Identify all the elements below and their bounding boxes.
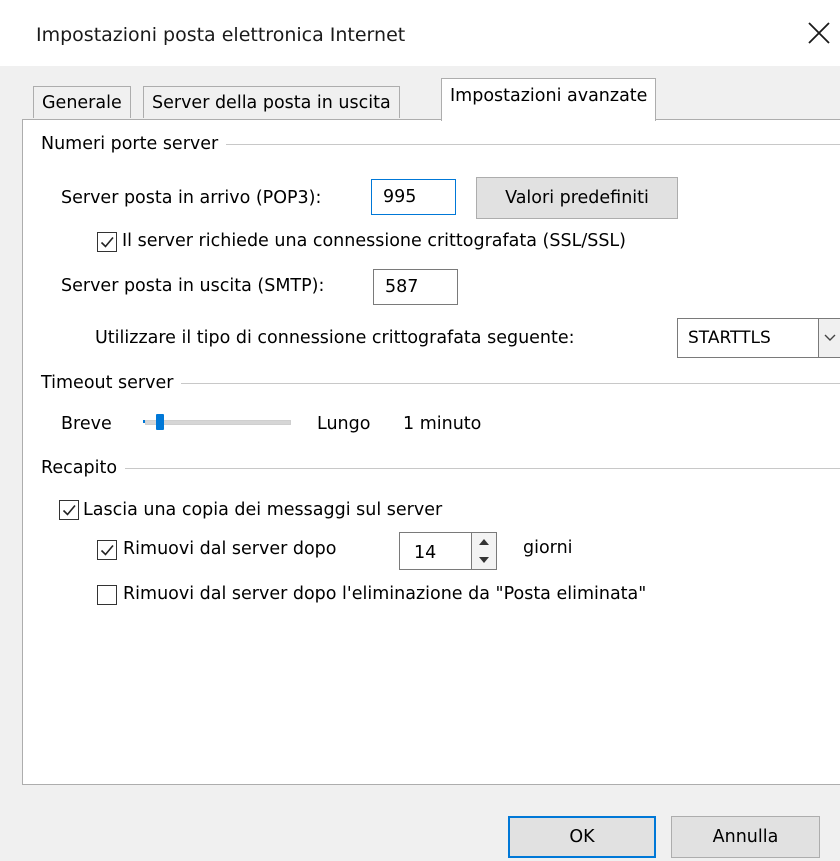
outgoing-port-input[interactable]: 587 (373, 269, 458, 305)
ssl-checkbox[interactable] (97, 232, 117, 252)
group-delivery: Recapito (41, 456, 840, 480)
encryption-type-value: STARTTLS (688, 328, 771, 348)
spinner-up-icon[interactable] (472, 533, 496, 552)
spinner-buttons (471, 533, 496, 569)
check-icon (100, 544, 114, 556)
tab-generale[interactable]: Generale (33, 86, 131, 118)
remove-deleted-label: Rimuovi dal server dopo l'eliminazione d… (123, 584, 647, 604)
tab-impostazioni-avanzate[interactable]: Impostazioni avanzate (441, 78, 657, 121)
days-unit-label: giorni (523, 538, 573, 558)
advanced-settings-panel: Numeri porte server Server posta in arri… (22, 119, 840, 785)
outgoing-server-label: Server posta in uscita (SMTP): (61, 276, 325, 296)
remove-deleted-checkbox[interactable] (97, 585, 117, 605)
ssl-checkbox-label: Il server richiede una connessione critt… (122, 231, 627, 251)
timeout-value-label: 1 minuto (403, 414, 482, 434)
slider-thumb[interactable] (155, 414, 164, 430)
default-values-button[interactable]: Valori predefiniti (476, 177, 678, 219)
days-value: 14 (414, 543, 437, 563)
remove-after-checkbox[interactable] (97, 540, 117, 560)
remove-after-label: Rimuovi dal server dopo (123, 539, 337, 559)
incoming-port-input[interactable]: 995 (371, 179, 456, 215)
timeout-slider[interactable] (141, 412, 293, 436)
chevron-down-icon[interactable] (818, 319, 840, 357)
check-icon (100, 236, 114, 248)
group-server-ports-title: Numeri porte server (41, 134, 219, 154)
window-title: Impostazioni posta elettronica Internet (36, 24, 406, 46)
timeout-short-label: Breve (61, 414, 112, 434)
tab-server-posta-uscita[interactable]: Server della posta in uscita (143, 86, 400, 118)
group-divider (125, 467, 840, 469)
ok-button[interactable]: OK (508, 816, 656, 858)
leave-copy-label: Lascia una copia dei messaggi sul server (83, 500, 443, 520)
timeout-long-label: Lungo (317, 414, 371, 434)
spinner-down-icon[interactable] (472, 551, 496, 569)
title-bar: Impostazioni posta elettronica Internet (0, 0, 840, 66)
group-delivery-title: Recapito (41, 458, 118, 478)
group-server-ports: Numeri porte server (41, 132, 840, 156)
encryption-type-label: Utilizzare il tipo di connessione critto… (95, 328, 575, 348)
slider-track (145, 420, 291, 425)
leave-copy-checkbox[interactable] (59, 500, 79, 520)
incoming-server-label: Server posta in arrivo (POP3): (61, 188, 322, 208)
days-spinner[interactable]: 14 (399, 532, 497, 570)
group-divider (226, 143, 840, 145)
check-icon (62, 504, 76, 516)
close-icon[interactable] (802, 16, 836, 50)
group-server-timeout-title: Timeout server (41, 373, 174, 393)
group-divider (181, 382, 840, 384)
encryption-type-select[interactable]: STARTTLS (677, 318, 840, 358)
cancel-button[interactable]: Annulla (671, 816, 820, 858)
group-server-timeout: Timeout server (41, 371, 840, 395)
dialog-body: Generale Server della posta in uscita Im… (0, 66, 840, 861)
